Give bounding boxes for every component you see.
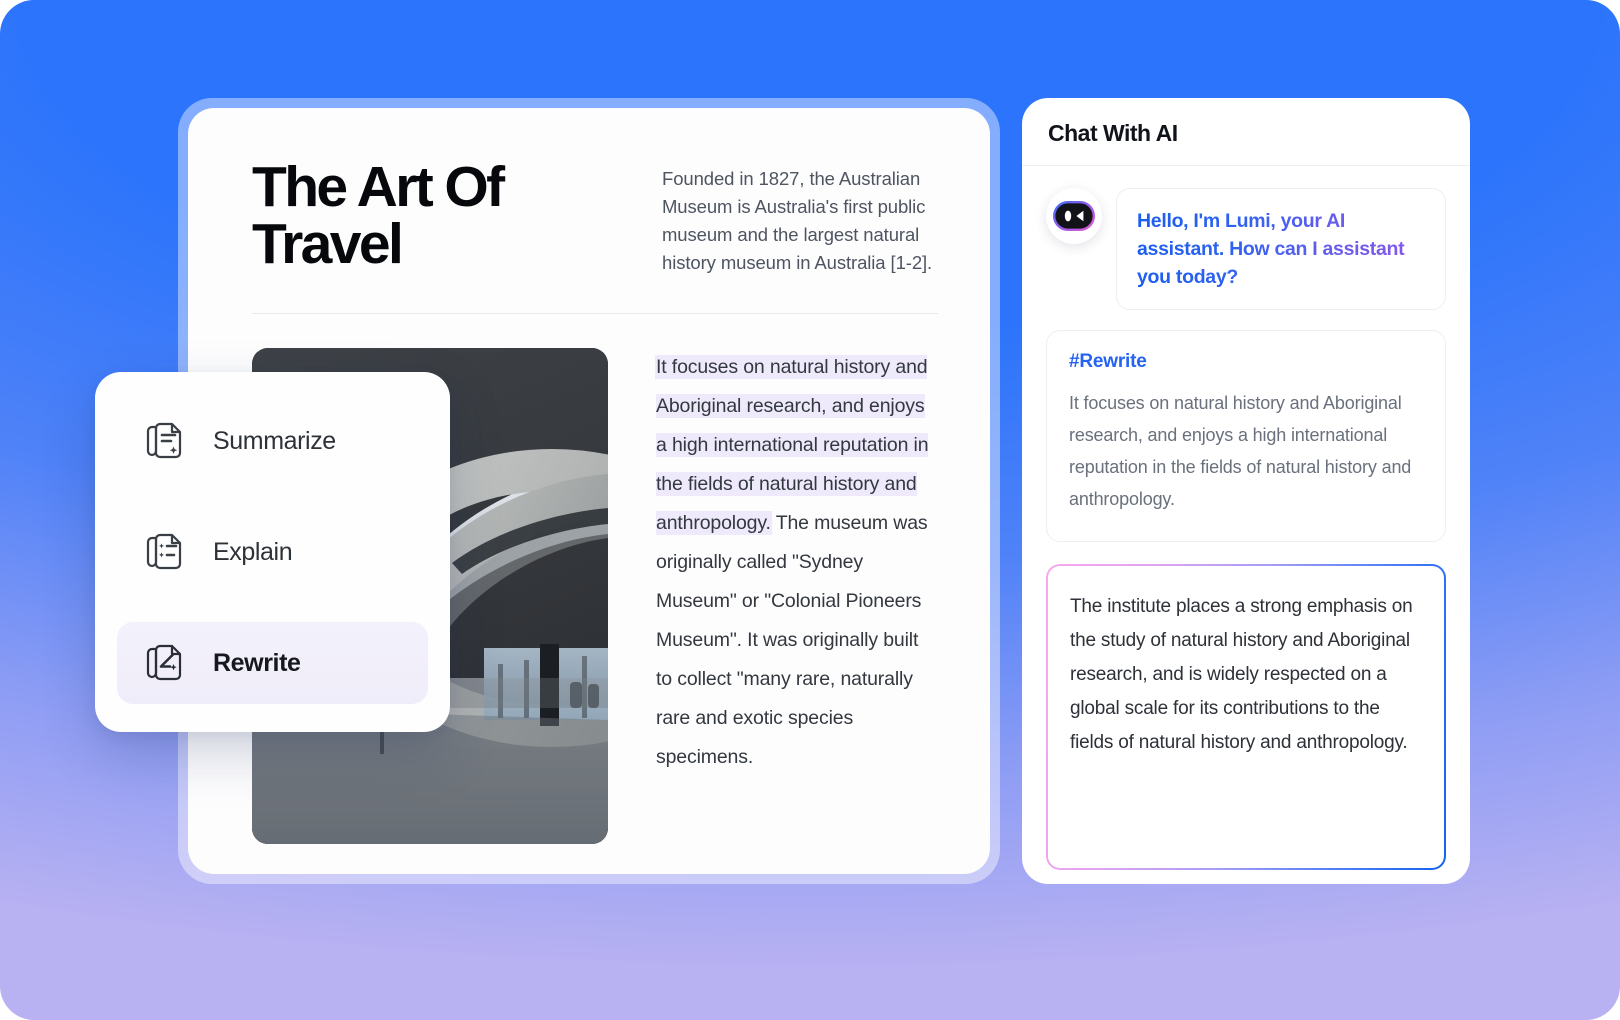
greeting-bubble: Hello, I'm Lumi, your AI assistant. How … [1116, 188, 1446, 311]
rewrite-result-text: The institute places a strong emphasis o… [1070, 596, 1413, 753]
action-item-explain[interactable]: Explain [117, 511, 428, 593]
action-item-rewrite[interactable]: Rewrite [117, 622, 428, 704]
article-body-rest: The museum was originally called "Sydney… [656, 512, 928, 769]
lumi-robot-avatar-icon [1053, 201, 1095, 231]
action-item-summarize[interactable]: Summarize [117, 400, 428, 482]
page-title: The Art Of Travel [252, 155, 505, 276]
greeting-text: Hello, I'm Lumi, your AI assistant. How … [1137, 207, 1425, 291]
rewrite-source-card: #Rewrite It focuses on natural history a… [1046, 330, 1446, 543]
rewrite-result-inner: The institute places a strong emphasis o… [1048, 566, 1444, 869]
action-label: Explain [213, 537, 293, 566]
action-label: Rewrite [213, 648, 301, 677]
rewrite-tag: #Rewrite [1069, 351, 1147, 373]
article-body-text: It focuses on natural history and Aborig… [656, 348, 938, 844]
doc-pen-sparkle-icon [146, 644, 182, 681]
doc-lines-sparkle-icon [146, 422, 182, 459]
document-lead-paragraph: Founded in 1827, the Australian Museum i… [662, 168, 933, 274]
document-header: The Art Of Travel Founded in 1827, the A… [188, 108, 990, 277]
assistant-greeting-message: Hello, I'm Lumi, your AI assistant. How … [1046, 188, 1446, 311]
chat-panel: Chat With AI Hello, I'm Lumi, your AI as… [1022, 98, 1470, 884]
app-background: The Art Of Travel Founded in 1827, the A… [0, 0, 1620, 1020]
rewrite-source-text: It focuses on natural history and Aborig… [1069, 393, 1412, 510]
rewrite-result-box[interactable]: The institute places a strong emphasis o… [1046, 564, 1446, 871]
avatar [1046, 188, 1102, 244]
chat-header: Chat With AI [1022, 98, 1470, 166]
action-label: Summarize [213, 426, 336, 455]
chat-panel-title: Chat With AI [1048, 120, 1178, 146]
doc-bullets-icon [146, 533, 182, 570]
chat-message-list: Hello, I'm Lumi, your AI assistant. How … [1022, 166, 1470, 871]
highlighted-selection: It focuses on natural history and Aborig… [656, 356, 929, 535]
ai-action-menu: Summarize Explain Rewrite [95, 372, 450, 732]
